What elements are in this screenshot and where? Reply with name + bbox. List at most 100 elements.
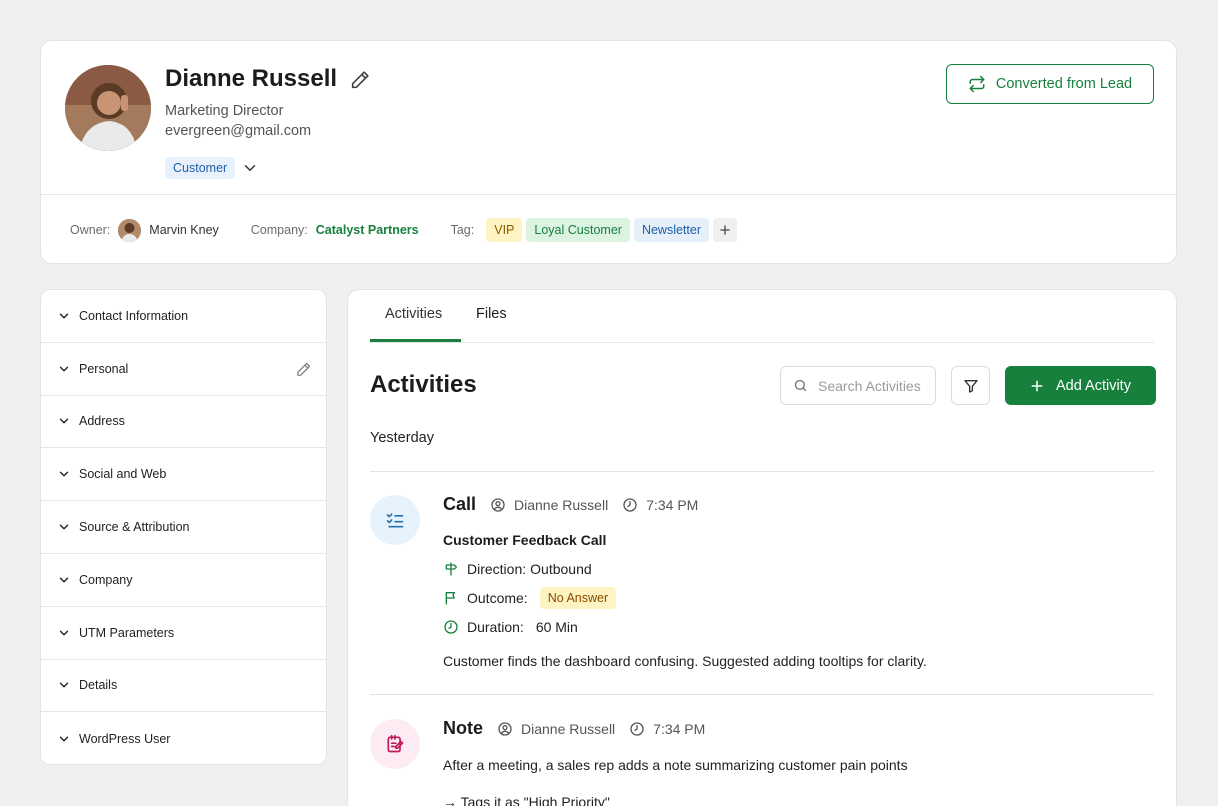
activity-time: 7:34 PM bbox=[653, 720, 706, 737]
plus-icon bbox=[720, 225, 730, 235]
converted-label: Converted from Lead bbox=[995, 76, 1133, 92]
contact-name: Dianne Russell bbox=[165, 65, 338, 92]
lifecycle-stage-badge: Customer bbox=[165, 157, 236, 179]
swap-arrows-icon bbox=[969, 75, 985, 93]
tag-loyal-customer[interactable]: Loyal Customer bbox=[526, 218, 630, 242]
chevron-down-icon bbox=[59, 524, 69, 530]
converted-from-lead-button[interactable]: Converted from Lead bbox=[946, 64, 1154, 104]
section-social-and-web[interactable]: Social and Web bbox=[41, 448, 326, 502]
activity-type: Note bbox=[443, 718, 483, 738]
activity-description: Customer finds the dashboard confusing. … bbox=[443, 653, 927, 669]
note-activity-icon bbox=[370, 719, 420, 769]
owner-name[interactable]: Marvin Kney bbox=[149, 223, 218, 237]
activity-subject: Customer Feedback Call bbox=[443, 532, 607, 548]
direction-row: Direction: Outbound bbox=[443, 561, 592, 577]
section-contact-information[interactable]: Contact Information bbox=[41, 290, 326, 343]
chevron-down-icon bbox=[59, 683, 69, 688]
flag-icon bbox=[445, 592, 455, 605]
section-label: Source & Attribution bbox=[79, 520, 190, 535]
section-label: Address bbox=[79, 414, 125, 429]
edit-name-icon[interactable] bbox=[349, 69, 371, 91]
active-tab-indicator bbox=[370, 339, 461, 342]
activity-type: Call bbox=[443, 494, 477, 514]
section-label: Personal bbox=[79, 361, 129, 376]
user-circle-icon bbox=[491, 497, 505, 512]
activity-user[interactable]: Dianne Russell bbox=[514, 497, 608, 513]
tab-activities[interactable]: Activities bbox=[385, 306, 442, 322]
direction-label: Direction: bbox=[467, 561, 527, 577]
divider bbox=[370, 471, 1154, 472]
plus-icon bbox=[1031, 380, 1043, 391]
section-company[interactable]: Company bbox=[41, 554, 326, 607]
call-activity-icon bbox=[370, 495, 420, 545]
search-activities-field[interactable] bbox=[780, 366, 936, 405]
contact-avatar bbox=[65, 65, 151, 151]
search-activities-input[interactable] bbox=[818, 377, 928, 394]
section-label: Details bbox=[79, 678, 118, 693]
activity-header: Note Dianne Russell 7:34 PM bbox=[443, 718, 705, 739]
owner-avatar bbox=[118, 218, 142, 242]
activities-heading: Activities bbox=[370, 371, 477, 398]
contact-email: evergreen@gmail.com bbox=[165, 123, 312, 139]
section-address[interactable]: Address bbox=[41, 396, 326, 449]
search-icon bbox=[794, 379, 807, 392]
tag-vip[interactable]: VIP bbox=[486, 218, 523, 242]
duration-row: Duration: 60 Min bbox=[443, 619, 578, 635]
chevron-down-icon bbox=[59, 471, 69, 477]
clock-icon bbox=[623, 497, 637, 512]
outcome-label: Outcome: bbox=[467, 590, 528, 606]
chevron-down-icon[interactable] bbox=[241, 159, 259, 177]
divider bbox=[370, 694, 1154, 695]
section-label: WordPress User bbox=[79, 731, 171, 746]
meta-row: Owner: Marvin Kney Company: Catalyst Par… bbox=[70, 217, 737, 243]
activity-user[interactable]: Dianne Russell bbox=[521, 721, 615, 737]
chevron-down-icon bbox=[59, 366, 69, 372]
tab-files[interactable]: Files bbox=[476, 306, 507, 322]
filter-icon bbox=[963, 379, 978, 393]
direction-value: Outbound bbox=[530, 561, 592, 577]
section-label: Contact Information bbox=[79, 308, 189, 323]
chevron-down-icon bbox=[59, 736, 69, 742]
outcome-badge: No Answer bbox=[539, 587, 617, 609]
filter-button[interactable] bbox=[951, 366, 990, 405]
header-divider bbox=[41, 194, 1176, 195]
clock-icon bbox=[444, 620, 458, 634]
add-activity-label: Add Activity bbox=[1056, 377, 1131, 394]
chevron-down-icon bbox=[59, 419, 69, 424]
checklist-icon bbox=[386, 513, 404, 528]
section-label: Company bbox=[79, 572, 133, 587]
add-tag-button[interactable] bbox=[712, 218, 737, 242]
contact-header-card: Dianne Russell Marketing Director evergr… bbox=[40, 40, 1177, 264]
day-group-label: Yesterday bbox=[370, 430, 434, 446]
tag-label: Tag: bbox=[450, 223, 475, 237]
tab-bar: Activities Files bbox=[370, 290, 1154, 343]
details-sidebar: Contact Information Personal Address Soc… bbox=[40, 289, 327, 765]
section-details[interactable]: Details bbox=[41, 660, 326, 713]
section-personal[interactable]: Personal bbox=[41, 343, 326, 396]
section-utm-parameters[interactable]: UTM Parameters bbox=[41, 607, 326, 660]
activity-description: After a meeting, a sales rep adds a note… bbox=[443, 757, 908, 773]
signpost-icon bbox=[445, 562, 457, 576]
section-label: Social and Web bbox=[79, 467, 167, 482]
section-label: UTM Parameters bbox=[79, 625, 175, 640]
tag-newsletter[interactable]: Newsletter bbox=[633, 218, 709, 242]
company-label: Company: bbox=[250, 223, 308, 237]
contact-job-title: Marketing Director bbox=[165, 103, 284, 119]
chevron-down-icon bbox=[59, 630, 69, 636]
outcome-row: Outcome: No Answer bbox=[443, 587, 617, 609]
edit-pencil-icon[interactable] bbox=[295, 361, 312, 378]
duration-value: 60 Min bbox=[535, 619, 578, 635]
add-activity-button[interactable]: Add Activity bbox=[1005, 366, 1156, 405]
note-edit-icon bbox=[387, 734, 404, 753]
activity-header: Call Dianne Russell 7:34 PM bbox=[443, 494, 698, 515]
duration-label: Duration: bbox=[467, 619, 524, 635]
chevron-down-icon bbox=[59, 313, 69, 319]
activity-time: 7:34 PM bbox=[646, 496, 699, 513]
chevron-down-icon bbox=[59, 577, 69, 583]
section-source-attribution[interactable]: Source & Attribution bbox=[41, 501, 326, 554]
company-link[interactable]: Catalyst Partners bbox=[316, 223, 419, 237]
clock-icon bbox=[630, 721, 644, 736]
owner-label: Owner: bbox=[70, 223, 111, 237]
section-wordpress-user[interactable]: WordPress User bbox=[41, 712, 326, 764]
user-circle-icon bbox=[498, 721, 512, 736]
